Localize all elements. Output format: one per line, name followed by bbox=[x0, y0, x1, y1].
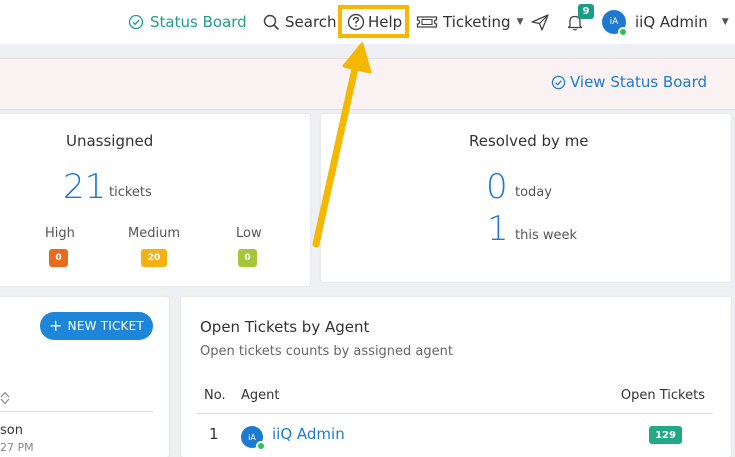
user-name: iiQ Admin bbox=[635, 13, 708, 31]
user-menu[interactable]: iiQ Admin ▼ bbox=[635, 0, 729, 44]
annotation-arrow bbox=[312, 42, 372, 248]
view-status-board-link[interactable]: View Status Board bbox=[551, 73, 707, 91]
unassigned-count[interactable]: 21 bbox=[63, 170, 106, 204]
paper-plane-icon bbox=[531, 14, 549, 31]
ticket-icon bbox=[416, 16, 438, 28]
send-button[interactable] bbox=[530, 0, 550, 44]
column-header-no[interactable]: No. bbox=[204, 388, 226, 403]
unassigned-title: Unassigned bbox=[66, 132, 154, 150]
open-by-agent-title: Open Tickets by Agent bbox=[200, 318, 370, 336]
resolved-week-count[interactable]: 1 bbox=[487, 212, 509, 246]
chevron-down-icon: ▼ bbox=[516, 17, 524, 27]
priority-medium-count[interactable]: 20 bbox=[141, 249, 167, 267]
resolved-card: Resolved by me 0 today 1 this week bbox=[321, 114, 731, 282]
open-tickets-count-badge[interactable]: 129 bbox=[649, 426, 682, 444]
ticketing-label: Ticketing bbox=[443, 13, 511, 31]
ticket-row-time: 27 PM bbox=[0, 441, 34, 454]
status-board-label: Status Board bbox=[150, 13, 247, 31]
priority-medium-label: Medium bbox=[128, 226, 180, 241]
plus-icon: + bbox=[49, 316, 63, 335]
column-header-open-tickets[interactable]: Open Tickets bbox=[621, 388, 705, 403]
unassigned-count-label: tickets bbox=[109, 185, 152, 200]
agent-online-dot bbox=[256, 441, 266, 451]
status-board-link[interactable]: Status Board bbox=[128, 0, 247, 44]
priority-low-count[interactable]: 0 bbox=[238, 249, 257, 267]
ticket-row-requester: son bbox=[0, 423, 23, 438]
priority-high-label: High bbox=[45, 226, 75, 241]
search-label: Search bbox=[285, 13, 337, 31]
new-ticket-label: NEW TICKET bbox=[67, 319, 144, 333]
priority-low-label: Low bbox=[236, 226, 262, 241]
search-icon bbox=[263, 14, 280, 30]
question-circle-icon bbox=[347, 13, 365, 31]
notification-count-badge: 9 bbox=[578, 4, 594, 19]
table-divider bbox=[0, 411, 153, 412]
ticketing-menu[interactable]: Ticketing ▼ bbox=[416, 0, 524, 44]
sort-icon[interactable] bbox=[0, 390, 10, 405]
unassigned-card: Unassigned 21 tickets High 0 Medium 20 L… bbox=[0, 114, 310, 286]
table-header-divider bbox=[197, 413, 713, 414]
open-by-agent-subtitle: Open tickets counts by assigned agent bbox=[200, 344, 453, 359]
online-status-dot bbox=[618, 27, 628, 37]
priority-high-count[interactable]: 0 bbox=[49, 249, 68, 267]
resolved-title: Resolved by me bbox=[469, 132, 589, 150]
new-ticket-button[interactable]: + NEW TICKET bbox=[40, 312, 153, 340]
column-header-agent[interactable]: Agent bbox=[241, 388, 279, 403]
check-circle-icon bbox=[128, 14, 144, 30]
agent-name-link[interactable]: iiQ Admin bbox=[272, 425, 345, 443]
resolved-week-label: this week bbox=[515, 228, 578, 243]
resolved-today-count[interactable]: 0 bbox=[486, 170, 508, 204]
view-status-board-label: View Status Board bbox=[569, 73, 707, 91]
help-label: Help bbox=[368, 13, 403, 31]
row-number: 1 bbox=[209, 425, 219, 443]
resolved-today-label: today bbox=[515, 185, 552, 200]
check-circle-icon bbox=[551, 75, 566, 89]
chevron-down-icon: ▼ bbox=[721, 17, 729, 27]
open-tickets-by-agent-card: Open Tickets by Agent Open tickets count… bbox=[181, 297, 731, 457]
